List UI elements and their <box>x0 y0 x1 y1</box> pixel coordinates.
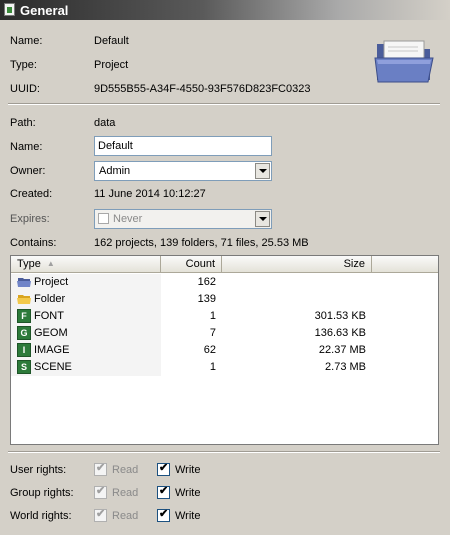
owner-select[interactable]: Admin <box>94 161 272 181</box>
row-type: Folder <box>34 293 66 305</box>
name-field-label: Name: <box>10 141 43 153</box>
path-value: data <box>94 117 116 129</box>
row-type: FONT <box>34 310 64 322</box>
row-count: 1 <box>209 361 216 373</box>
chevron-down-icon[interactable] <box>255 211 270 227</box>
row-type: SCENE <box>34 361 72 373</box>
expires-select[interactable]: Never <box>94 209 272 229</box>
uuid-value: 9D555B55-A34F-4550-93F576D823FC0323 <box>94 83 311 95</box>
row-type: Project <box>34 276 69 288</box>
user-read-checkbox[interactable]: ✔ <box>94 462 107 476</box>
world-rights-label: World rights: <box>10 510 72 522</box>
table-row[interactable]: Project 162 <box>11 274 372 291</box>
panel-title-bar: General <box>0 0 450 20</box>
row-count: 162 <box>197 276 216 288</box>
owner-select-value: Admin <box>99 165 131 177</box>
uuid-label: UUID: <box>10 83 40 95</box>
created-value: 11 June 2014 10:12:27 <box>94 188 206 200</box>
project-page-icon <box>4 3 15 16</box>
row-count: 62 <box>203 344 216 356</box>
column-header-filler <box>372 256 438 273</box>
geom-file-icon: G <box>17 326 31 340</box>
world-write-label: Write <box>175 510 201 522</box>
created-label: Created: <box>10 188 53 200</box>
group-read-label: Read <box>112 487 139 499</box>
table-row[interactable]: G GEOM 7 136.63 KB <box>11 325 372 342</box>
row-count: 7 <box>209 327 216 339</box>
separator <box>8 103 440 105</box>
row-size: 136.63 KB <box>314 327 366 339</box>
type-value: Project <box>94 59 129 71</box>
project-folder-icon <box>374 40 434 83</box>
world-read-label: Read <box>112 510 139 522</box>
font-file-icon: F <box>17 309 31 323</box>
folder-icon <box>17 295 31 304</box>
panel-title: General <box>20 3 69 18</box>
table-row[interactable]: S SCENE 1 2.73 MB <box>11 359 372 376</box>
group-rights-label: Group rights: <box>10 487 74 499</box>
user-write-label: Write <box>175 464 201 476</box>
row-count: 1 <box>209 310 216 322</box>
row-type: IMAGE <box>34 344 70 356</box>
sort-ascending-icon: ▲ <box>46 259 55 268</box>
user-write-checkbox[interactable]: ✔ <box>157 462 170 476</box>
group-read-checkbox[interactable]: ✔ <box>94 485 107 499</box>
group-write-checkbox[interactable]: ✔ <box>157 485 170 499</box>
image-file-icon: I <box>17 343 31 357</box>
row-type: GEOM <box>34 327 68 339</box>
expires-label: Expires: <box>10 213 50 225</box>
row-count: 139 <box>197 293 216 305</box>
row-size: 22.37 MB <box>318 344 366 356</box>
user-read-label: Read <box>112 464 139 476</box>
scene-file-icon: S <box>17 360 31 374</box>
group-write-label: Write <box>175 487 201 499</box>
row-size: 2.73 MB <box>325 361 366 373</box>
name-label: Name: <box>10 35 43 47</box>
contents-table[interactable]: Type▲ Count Size Project 162 Folder 139 <box>10 255 439 445</box>
column-header-size[interactable]: Size <box>222 256 372 273</box>
expires-select-value: Never <box>113 213 143 225</box>
row-size: 301.53 KB <box>314 310 366 322</box>
table-row[interactable]: F FONT 1 301.53 KB <box>11 308 372 325</box>
world-read-checkbox[interactable]: ✔ <box>94 508 107 522</box>
column-header-type[interactable]: Type ▲ <box>11 256 161 273</box>
table-header: Type ▲ Count Size <box>11 256 438 273</box>
name-input[interactable]: Default <box>94 136 272 156</box>
column-header-count[interactable]: Count <box>161 256 222 273</box>
expires-checkbox[interactable] <box>98 213 109 224</box>
table-row[interactable]: I IMAGE 62 22.37 MB <box>11 342 372 359</box>
chevron-down-icon[interactable] <box>255 163 270 179</box>
name-value: Default <box>94 35 129 47</box>
contains-label: Contains: <box>10 237 57 249</box>
owner-label: Owner: <box>10 165 46 177</box>
user-rights-label: User rights: <box>10 464 67 476</box>
contains-value: 162 projects, 139 folders, 71 files, 25.… <box>94 237 309 249</box>
type-label: Type: <box>10 59 37 71</box>
world-write-checkbox[interactable]: ✔ <box>157 508 170 522</box>
separator <box>8 451 440 453</box>
project-folder-icon <box>17 278 31 287</box>
table-row[interactable]: Folder 139 <box>11 291 372 308</box>
path-label: Path: <box>10 117 36 129</box>
